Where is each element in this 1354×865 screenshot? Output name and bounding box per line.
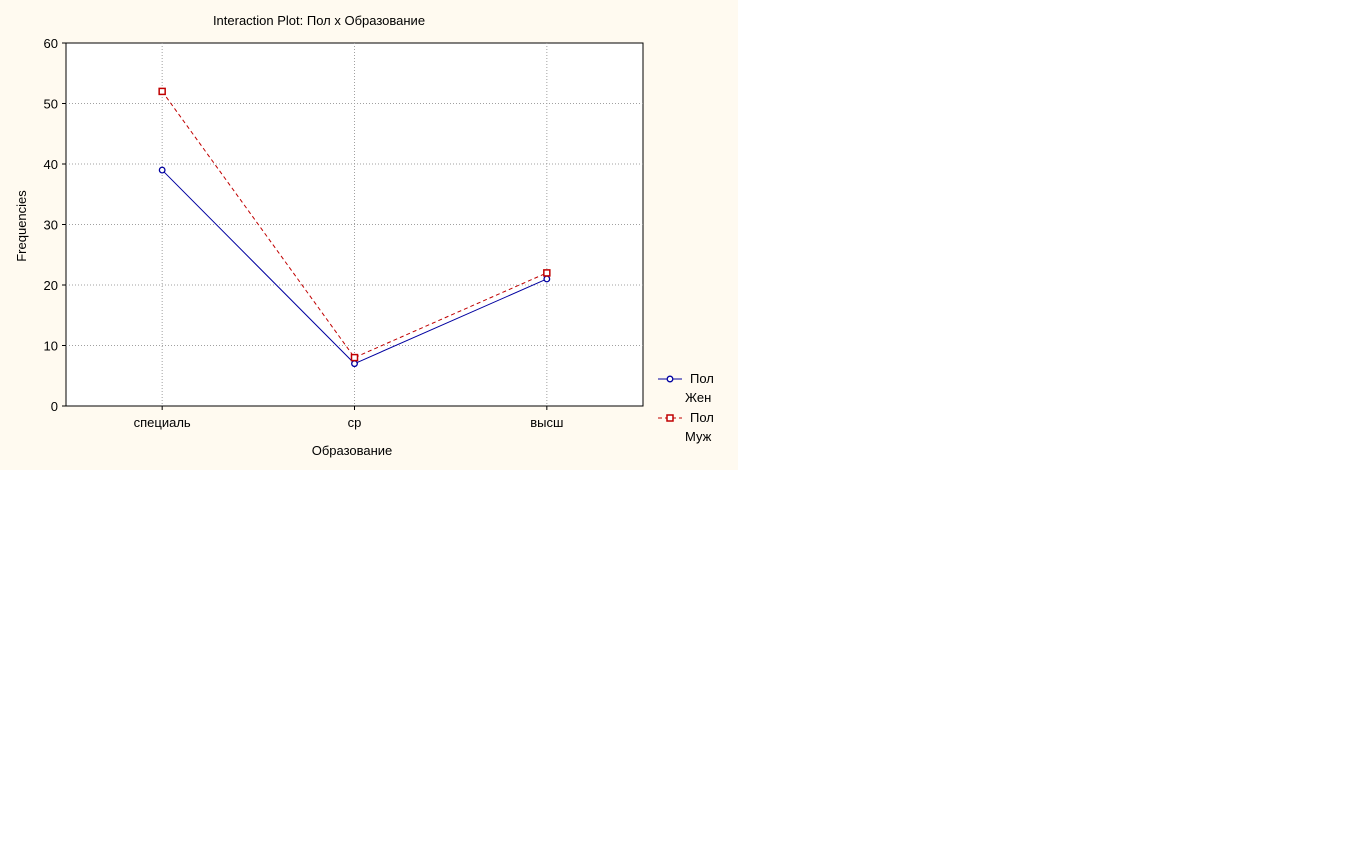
x-tick-label: высш (530, 415, 563, 430)
x-tick-label: специаль (134, 415, 191, 430)
data-point-муж (543, 269, 551, 277)
legend-label: Пол (690, 371, 714, 386)
y-axis-ticks: 0 10 20 30 40 50 60 (44, 36, 66, 414)
y-tick-label: 50 (44, 97, 58, 112)
y-tick-label: 0 (51, 399, 58, 414)
legend-sublabel: Жен (685, 390, 711, 405)
x-axis-title: Образование (312, 443, 393, 458)
chart-title: Interaction Plot: Пол x Образование (213, 13, 425, 28)
data-point-жен (543, 275, 551, 283)
legend-marker (666, 375, 674, 383)
data-point-жен (351, 360, 358, 368)
y-tick-label: 20 (44, 278, 58, 293)
y-tick-label: 30 (44, 218, 58, 233)
y-tick-label: 10 (44, 339, 58, 354)
chart-figure: Interaction Plot: Пол x Образование 0 10 2… (0, 0, 738, 470)
legend-label: Пол (690, 410, 714, 425)
interaction-plot: Interaction Plot: Пол x Образование 0 10 2… (14, 13, 714, 458)
y-axis-title: Frequencies (14, 190, 29, 262)
y-tick-label: 40 (44, 157, 58, 172)
x-axis-ticks: специаль ср высш (134, 406, 563, 430)
data-point-муж (350, 353, 359, 362)
legend-sublabel: Муж (685, 429, 712, 444)
data-point-муж (158, 87, 166, 96)
x-tick-label: ср (348, 415, 362, 430)
y-tick-label: 60 (44, 36, 58, 51)
data-point-жен (158, 166, 166, 174)
legend-marker (666, 414, 674, 422)
legend: Пол Жен Пол Муж (658, 371, 714, 444)
